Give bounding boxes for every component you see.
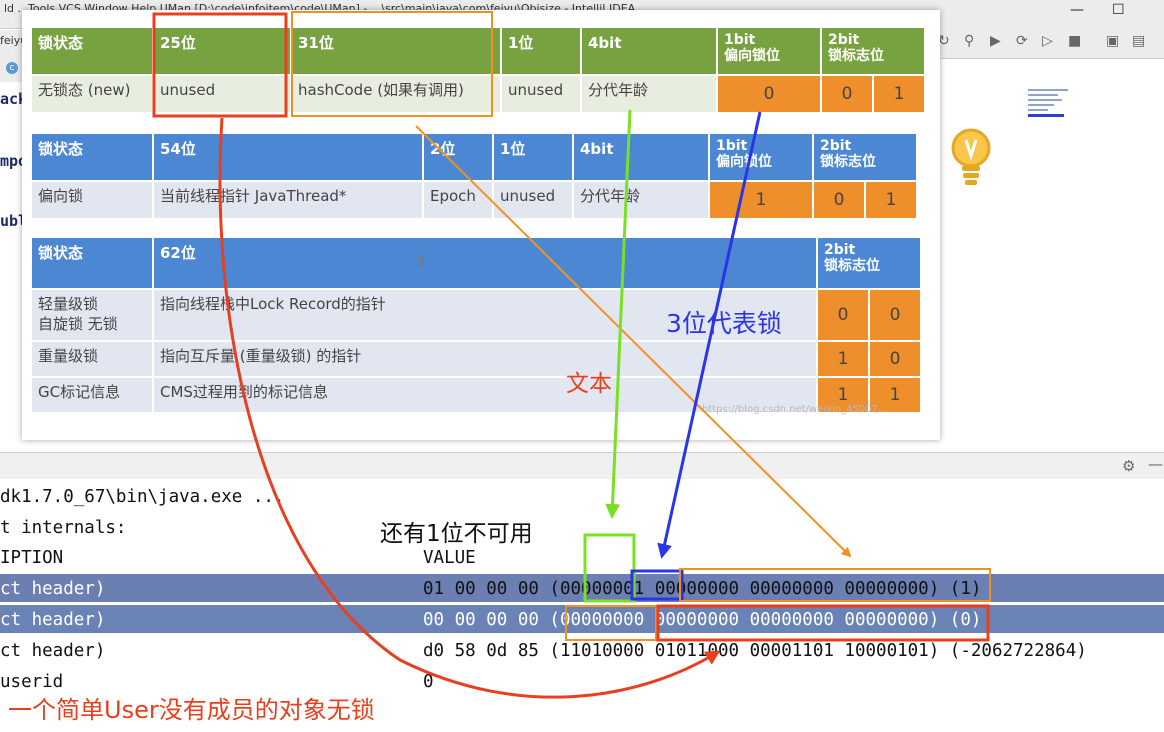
highlight-biased-bit-box — [583, 533, 636, 603]
annotation-empty-user: 一个简单User没有成员的对象无锁 — [8, 696, 375, 724]
red-arrow — [218, 117, 721, 699]
orange-arrow — [415, 125, 852, 558]
highlight-31-bits-box — [291, 11, 493, 117]
highlight-lock-bits-box — [630, 569, 684, 601]
green-arrow — [605, 109, 632, 519]
highlight-hash-row1-box — [679, 568, 991, 602]
highlight-25-bits-box — [152, 12, 288, 118]
annotation-three-bits: 3位代表锁 — [666, 309, 782, 338]
annotation-text-label: 文本 — [566, 371, 612, 397]
highlight-unused-row2-box — [565, 605, 657, 641]
annotation-one-bit-unusable: 还有1位不可用 — [380, 521, 533, 547]
highlight-hash-row2-box — [656, 604, 990, 642]
